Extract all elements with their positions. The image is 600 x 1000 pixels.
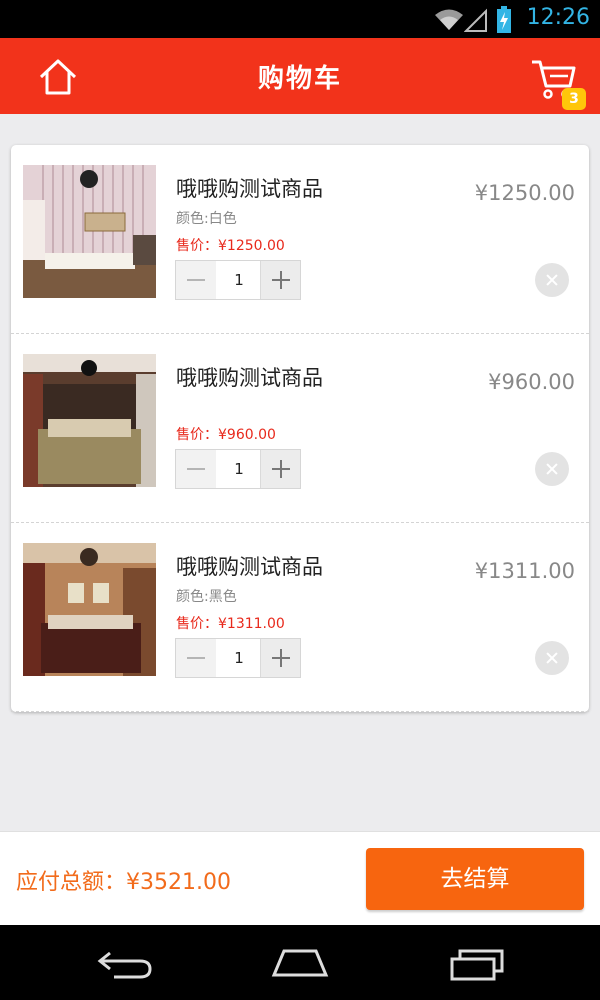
checkout-bar: 应付总额：¥3521.00 去结算 xyxy=(0,831,600,925)
product-image[interactable] xyxy=(23,354,156,487)
product-image[interactable] xyxy=(23,543,156,676)
decrease-quantity-button[interactable] xyxy=(176,639,216,677)
quantity-stepper: 1 xyxy=(175,638,301,678)
cart-list: 哦哦购测试商品 ¥1250.00 颜色:白色 售价：¥1250.00 1 哦哦购… xyxy=(11,145,589,712)
sale-price: 售价：¥1311.00 xyxy=(176,616,285,632)
quantity-stepper: 1 xyxy=(175,449,301,489)
product-name[interactable]: 哦哦购测试商品 xyxy=(176,362,323,392)
increase-quantity-button[interactable] xyxy=(260,261,300,299)
product-name[interactable]: 哦哦购测试商品 xyxy=(176,551,323,581)
checkout-button[interactable]: 去结算 xyxy=(366,848,584,910)
increase-quantity-button[interactable] xyxy=(260,450,300,488)
cart-item: 哦哦购测试商品 ¥960.00 售价：¥960.00 1 xyxy=(11,334,589,523)
signal-icon xyxy=(464,8,487,32)
quantity-stepper: 1 xyxy=(175,260,301,300)
back-icon[interactable] xyxy=(96,945,154,981)
decrease-quantity-button[interactable] xyxy=(176,261,216,299)
wifi-icon xyxy=(435,9,463,30)
home-nav-icon[interactable] xyxy=(270,945,330,981)
decrease-quantity-button[interactable] xyxy=(176,450,216,488)
header-bar: 购物车 3 xyxy=(0,38,600,114)
product-image[interactable] xyxy=(23,165,156,298)
remove-item-icon[interactable] xyxy=(535,263,569,297)
product-name[interactable]: 哦哦购测试商品 xyxy=(176,173,323,203)
quantity-value[interactable]: 1 xyxy=(216,261,262,299)
cart-item: 哦哦购测试商品 ¥1311.00 颜色:黑色 售价：¥1311.00 1 xyxy=(11,523,589,712)
increase-quantity-button[interactable] xyxy=(260,639,300,677)
sale-price: 售价：¥1250.00 xyxy=(176,238,285,254)
recent-apps-icon[interactable] xyxy=(446,945,506,981)
quantity-value[interactable]: 1 xyxy=(216,450,262,488)
product-color: 颜色:白色 xyxy=(176,211,237,227)
total-amount: 应付总额：¥3521.00 xyxy=(16,870,231,895)
cart-count-badge: 3 xyxy=(562,88,586,110)
cart-item: 哦哦购测试商品 ¥1250.00 颜色:白色 售价：¥1250.00 1 xyxy=(11,145,589,334)
remove-item-icon[interactable] xyxy=(535,641,569,675)
clock: 12:26 xyxy=(526,5,590,30)
status-bar: 12:26 xyxy=(0,0,600,38)
product-color: 颜色:黑色 xyxy=(176,589,237,605)
battery-icon xyxy=(497,6,511,33)
remove-item-icon[interactable] xyxy=(535,452,569,486)
product-price: ¥1311.00 xyxy=(474,559,575,583)
sale-price: 售价：¥960.00 xyxy=(176,427,276,443)
product-price: ¥960.00 xyxy=(488,370,575,394)
page-title: 购物车 xyxy=(257,64,342,94)
product-price: ¥1250.00 xyxy=(474,181,575,205)
quantity-value[interactable]: 1 xyxy=(216,639,262,677)
system-nav-bar xyxy=(0,925,600,1000)
